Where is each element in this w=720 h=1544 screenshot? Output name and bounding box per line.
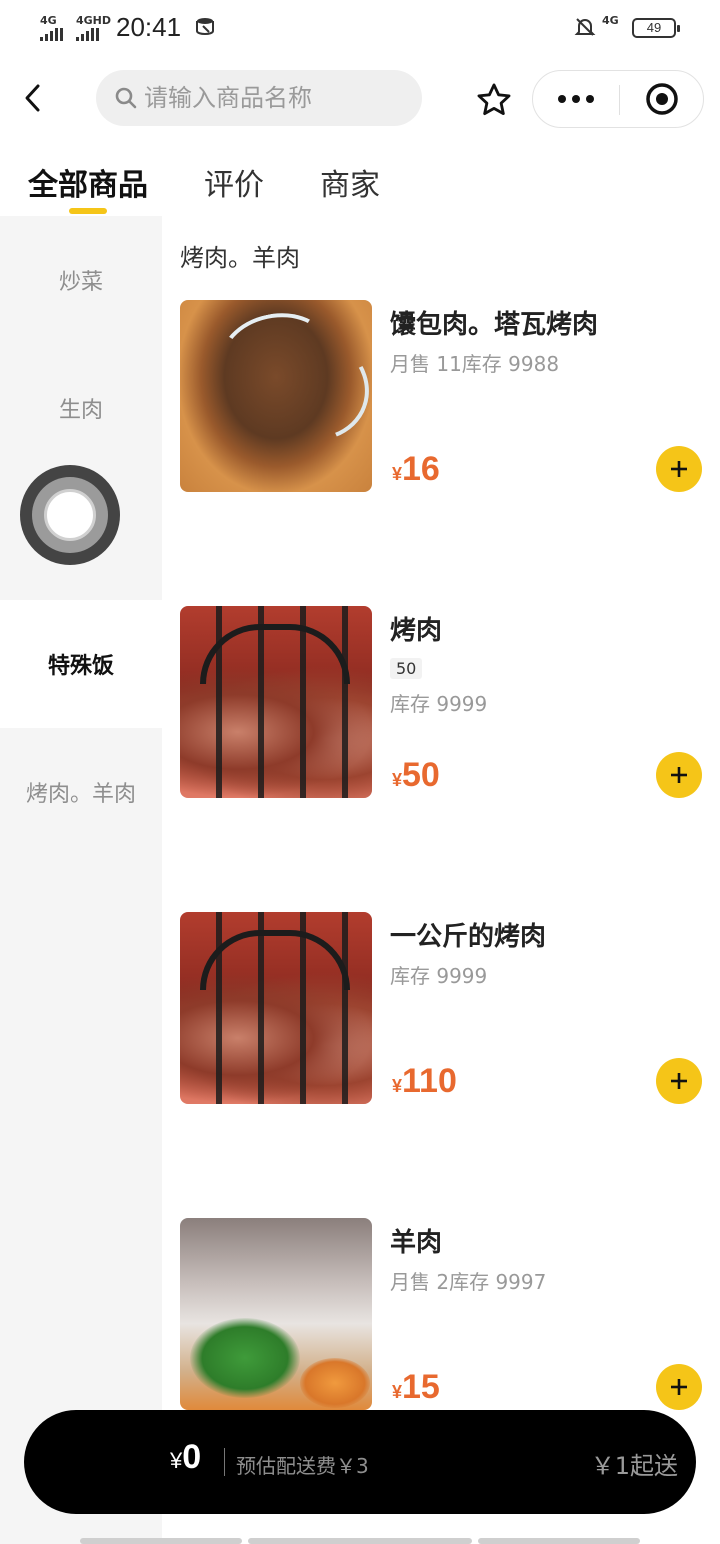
more-dots-icon bbox=[558, 95, 594, 103]
signal-2-indicator: 4GHD bbox=[76, 14, 111, 41]
product-price: ¥15 bbox=[392, 1368, 440, 1407]
tab-all-products[interactable]: 全部商品 bbox=[28, 160, 148, 204]
product-card[interactable]: 一公斤的烤肉 库存 9999 ¥110 bbox=[180, 912, 710, 1106]
plus-icon bbox=[671, 767, 687, 783]
network-4g-icon: 4G bbox=[602, 14, 619, 27]
sidebar-item-special-rice[interactable]: 特殊饭 bbox=[0, 600, 162, 728]
price-currency: ¥ bbox=[392, 1076, 403, 1096]
product-image[interactable] bbox=[180, 606, 372, 798]
price-value: 16 bbox=[402, 450, 440, 488]
delivery-fee: 预估配送费￥3 bbox=[236, 1454, 369, 1478]
product-card[interactable]: 烤肉 50 库存 9999 ¥50 bbox=[180, 606, 710, 800]
sidebar-item-raw-meat[interactable]: 生肉 bbox=[0, 344, 162, 472]
signal-1-label: 4G bbox=[40, 14, 57, 27]
add-to-cart-button[interactable] bbox=[656, 752, 702, 798]
product-card[interactable]: 羊肉 月售 2库存 9997 ¥15 bbox=[180, 1218, 710, 1412]
sidebar-item-label: 炒菜 bbox=[58, 270, 103, 295]
favorite-button[interactable] bbox=[472, 78, 516, 122]
sidebar-item-label: 烤肉。羊肉 bbox=[25, 782, 136, 807]
price-currency: ¥ bbox=[392, 770, 403, 790]
data-saver-icon bbox=[194, 16, 216, 43]
assistive-touch-ring bbox=[32, 477, 108, 553]
product-stock: 库存 9999 bbox=[390, 692, 488, 716]
sidebar-item-bbq-lamb[interactable]: 烤肉。羊肉 bbox=[0, 728, 162, 856]
assistive-touch-button[interactable] bbox=[20, 465, 120, 565]
add-to-cart-button[interactable] bbox=[656, 446, 702, 492]
sidebar-item-stir-fry[interactable]: 炒菜 bbox=[0, 216, 162, 344]
cart-currency: ¥ bbox=[170, 1448, 183, 1473]
network-label: 4G bbox=[602, 14, 619, 27]
cilantro-shape bbox=[190, 1318, 300, 1398]
product-name: 烤肉 bbox=[390, 616, 443, 646]
price-value: 110 bbox=[402, 1062, 457, 1100]
product-card[interactable]: 馕包肉。塔瓦烤肉 月售 11库存 9988 ¥16 bbox=[180, 300, 710, 494]
tab-bar: 全部商品 评价 商家 bbox=[0, 150, 720, 216]
miniprogram-capsule bbox=[532, 70, 704, 128]
cart-bar[interactable]: ¥0 预估配送费￥3 ￥1起送 bbox=[24, 1410, 696, 1514]
battery-indicator: 49 bbox=[632, 18, 680, 38]
product-image[interactable] bbox=[180, 912, 372, 1104]
back-arrow-icon bbox=[25, 84, 40, 112]
product-image[interactable] bbox=[180, 300, 372, 492]
signal-2-bars-icon bbox=[76, 28, 111, 41]
mute-bell-icon bbox=[574, 16, 596, 43]
target-icon bbox=[646, 83, 678, 115]
sidebar-item-label: 生肉 bbox=[58, 398, 103, 423]
price-currency: ¥ bbox=[392, 464, 403, 484]
search-bar[interactable] bbox=[96, 70, 422, 126]
star-icon bbox=[477, 83, 511, 116]
plus-icon bbox=[671, 1073, 687, 1089]
signal-1-indicator: 4G bbox=[40, 14, 65, 41]
product-price: ¥50 bbox=[392, 756, 440, 795]
price-value: 15 bbox=[402, 1368, 440, 1406]
search-input[interactable] bbox=[144, 84, 404, 112]
home-indicator-segment bbox=[80, 1538, 242, 1544]
plus-icon bbox=[671, 1379, 687, 1395]
tab-merchant[interactable]: 商家 bbox=[320, 160, 380, 204]
close-miniprogram-button[interactable] bbox=[620, 71, 704, 127]
product-name: 一公斤的烤肉 bbox=[390, 922, 547, 952]
more-button[interactable] bbox=[533, 71, 619, 127]
section-title: 烤肉。羊肉 bbox=[180, 244, 300, 272]
sidebar-item-label: 特殊饭 bbox=[47, 654, 114, 679]
cart-total-value: 0 bbox=[182, 1438, 202, 1476]
status-bar: 4G 4GHD 20:41 4G 49 bbox=[0, 0, 720, 56]
search-icon bbox=[115, 87, 137, 109]
product-price: ¥110 bbox=[392, 1062, 457, 1101]
add-to-cart-button[interactable] bbox=[656, 1058, 702, 1104]
product-sales-stock: 月售 2库存 9997 bbox=[390, 1270, 547, 1294]
home-indicator-segment bbox=[248, 1538, 472, 1544]
signal-1-bars-icon bbox=[40, 28, 65, 41]
product-name: 馕包肉。塔瓦烤肉 bbox=[390, 310, 599, 340]
back-button[interactable] bbox=[18, 78, 48, 118]
product-tag: 50 bbox=[390, 658, 423, 679]
add-to-cart-button[interactable] bbox=[656, 1364, 702, 1410]
minimum-order[interactable]: ￥1起送 bbox=[591, 1446, 678, 1481]
category-sidebar: 炒菜 生肉 特殊饭 烤肉。羊肉 bbox=[0, 216, 162, 1544]
product-price: ¥16 bbox=[392, 450, 440, 489]
carrot-shape bbox=[300, 1358, 370, 1408]
tab-reviews[interactable]: 评价 bbox=[204, 160, 264, 204]
price-currency: ¥ bbox=[392, 1382, 403, 1402]
product-sales-stock: 月售 11库存 9988 bbox=[390, 352, 560, 376]
product-stock: 库存 9999 bbox=[390, 964, 488, 988]
cart-total: ¥0 bbox=[170, 1438, 201, 1477]
product-name: 羊肉 bbox=[390, 1228, 443, 1258]
product-image[interactable] bbox=[180, 1218, 372, 1410]
assistive-touch-core bbox=[44, 489, 96, 541]
home-indicator-segment bbox=[478, 1538, 640, 1544]
price-value: 50 bbox=[402, 756, 440, 794]
signal-2-label: 4GHD bbox=[76, 14, 112, 27]
active-tab-indicator bbox=[69, 208, 107, 214]
plus-icon bbox=[671, 461, 687, 477]
status-time: 20:41 bbox=[116, 12, 182, 42]
cart-divider bbox=[224, 1448, 225, 1476]
